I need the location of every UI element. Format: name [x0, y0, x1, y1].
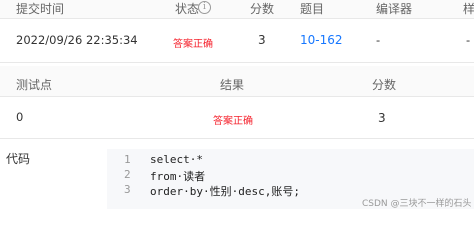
header-extra: 样 [463, 2, 474, 16]
header-score: 分数 [250, 2, 275, 16]
test-point-value: 0 [16, 110, 24, 124]
header-result: 结果 [220, 78, 245, 92]
code-line: from·读者 [150, 170, 206, 183]
watermark: CSDN @三块不一样的石头 [362, 199, 472, 209]
line-number: 1 [124, 153, 131, 166]
test-score-value: 3 [378, 111, 386, 125]
header-submit-time: 提交时间 [16, 2, 65, 16]
test-result-badge: 答案正确 [213, 116, 253, 127]
line-number: 3 [124, 183, 131, 196]
divider [0, 138, 474, 139]
status-badge: 答案正确 [173, 39, 213, 50]
divider [0, 18, 474, 19]
compiler-value: - [376, 33, 381, 47]
header-compiler: 编译器 [376, 2, 413, 16]
code-line: order·by·性别·desc,账号; [150, 185, 300, 198]
header-test-score: 分数 [372, 78, 397, 92]
header-problem: 题目 [300, 2, 325, 16]
divider [0, 96, 474, 97]
header-status: 状态 [175, 2, 200, 16]
code-label: 代码 [6, 152, 31, 166]
header-test-point: 测试点 [16, 78, 53, 92]
divider [0, 62, 474, 63]
submit-time-value: 2022/09/26 22:35:34 [16, 33, 138, 47]
code-line: select·* [150, 153, 203, 166]
info-icon[interactable]: i [198, 1, 211, 14]
problem-link[interactable]: 10-162 [300, 33, 343, 47]
extra-value: - [466, 33, 471, 47]
score-value: 3 [258, 33, 266, 47]
line-number: 2 [124, 168, 131, 181]
